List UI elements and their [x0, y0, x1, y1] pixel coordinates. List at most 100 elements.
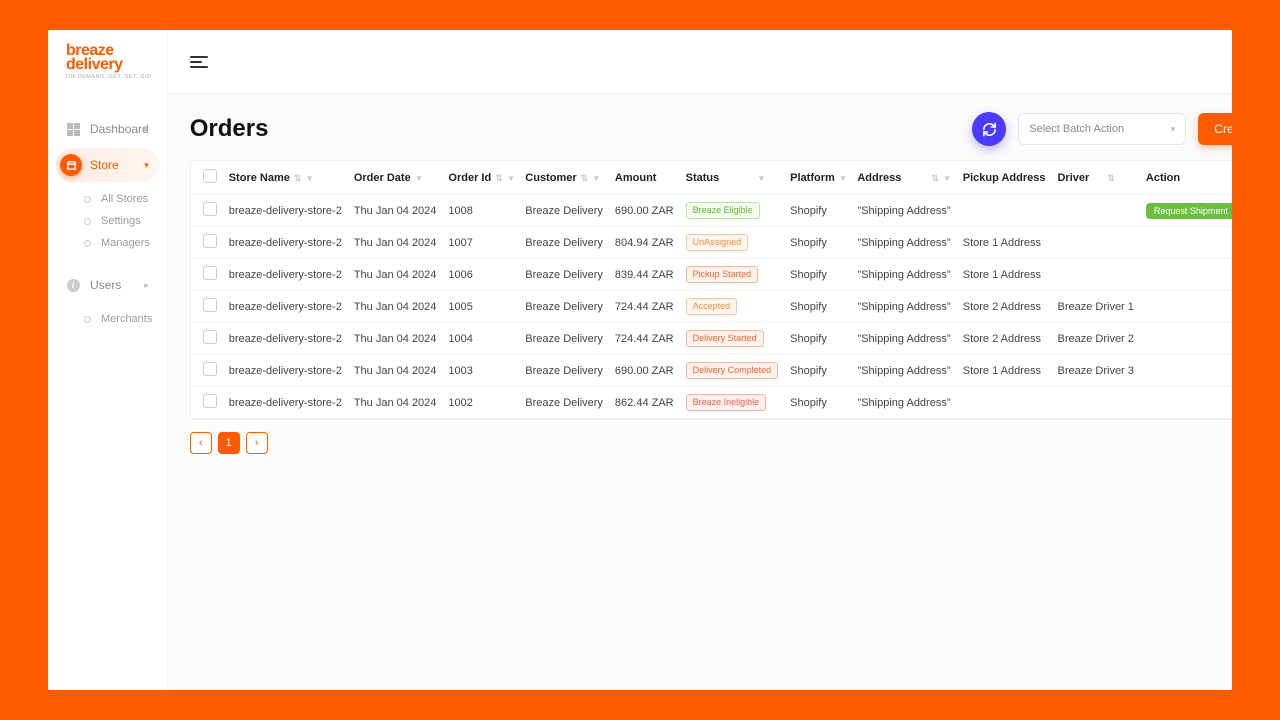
col-platform[interactable]: Platform▾: [784, 161, 851, 195]
cell-date: Thu Jan 04 2024: [348, 387, 443, 419]
cell-address: "Shipping Address": [851, 227, 956, 259]
brand-line2: delivery: [66, 58, 152, 72]
cell-action: [1140, 387, 1232, 419]
sort-icon: ⇅: [294, 173, 302, 183]
status-badge: Delivery Started: [686, 330, 764, 347]
table-header-row: Store Name⇅▾ Order Date▾ Order Id⇅▾ Cust…: [191, 161, 1232, 195]
cell-action: [1140, 355, 1232, 387]
cell-orderid: 1005: [442, 291, 519, 323]
page-1-button[interactable]: 1: [218, 432, 240, 454]
filter-icon: ▾: [841, 173, 846, 183]
nav-store-sub: All Stores Settings Managers: [56, 188, 159, 254]
cell-customer: Breaze Delivery: [519, 355, 609, 387]
cell-address: "Shipping Address": [851, 323, 956, 355]
col-driver[interactable]: Driver⇅: [1051, 161, 1139, 195]
table-row: breaze-delivery-store-2Thu Jan 04 202410…: [191, 323, 1232, 355]
cell-orderid: 1007: [442, 227, 519, 259]
chevron-right-icon: ▸: [144, 280, 149, 291]
row-checkbox[interactable]: [203, 298, 217, 312]
cell-address: "Shipping Address": [851, 387, 956, 419]
nav-dashboard-label: Dashboard: [90, 122, 149, 136]
col-address[interactable]: Address⇅▾: [851, 161, 956, 195]
chevron-right-icon: ▸: [144, 124, 149, 135]
cell-customer: Breaze Delivery: [519, 291, 609, 323]
filter-icon: ▾: [509, 173, 514, 183]
filter-icon: ▾: [759, 173, 764, 183]
cell-platform: Shopify: [784, 291, 851, 323]
cell-customer: Breaze Delivery: [519, 323, 609, 355]
main-area: bd Orders Select Batch Action ▾ Create O…: [168, 30, 1232, 690]
col-date[interactable]: Order Date▾: [348, 161, 443, 195]
cell-pickup: [957, 195, 1052, 227]
cell-pickup: Store 2 Address: [957, 323, 1052, 355]
row-checkbox[interactable]: [203, 362, 217, 376]
col-customer[interactable]: Customer⇅▾: [519, 161, 609, 195]
chevron-down-icon: ▾: [1171, 124, 1176, 135]
users-icon: i: [66, 278, 80, 292]
status-badge: UnAssigned: [686, 234, 749, 251]
cell-date: Thu Jan 04 2024: [348, 323, 443, 355]
create-order-button[interactable]: Create Order: [1198, 113, 1232, 145]
batch-action-select[interactable]: Select Batch Action ▾: [1018, 113, 1186, 145]
nav-store[interactable]: Store ▾: [56, 148, 159, 182]
cell-amount: 862.44 ZAR: [609, 387, 680, 419]
cell-driver: Breaze Driver 1: [1051, 291, 1139, 323]
cell-customer: Breaze Delivery: [519, 387, 609, 419]
col-amount[interactable]: Amount: [609, 161, 680, 195]
nav-all-stores[interactable]: All Stores: [84, 188, 159, 210]
nav-users[interactable]: i Users ▸: [56, 268, 159, 302]
table-row: breaze-delivery-store-2Thu Jan 04 202410…: [191, 291, 1232, 323]
nav-merchants[interactable]: Merchants: [84, 308, 159, 330]
cell-status: Pickup Started: [680, 259, 785, 291]
cell-date: Thu Jan 04 2024: [348, 195, 443, 227]
nav-users-label: Users: [90, 278, 121, 292]
cell-amount: 724.44 ZAR: [609, 323, 680, 355]
request-shipment-button[interactable]: Request Shipment: [1146, 203, 1232, 219]
nav-dashboard[interactable]: Dashboard ▸: [56, 112, 159, 146]
cell-driver: [1051, 195, 1139, 227]
row-checkbox[interactable]: [203, 202, 217, 216]
content: Orders Select Batch Action ▾ Create Orde…: [168, 94, 1232, 690]
cell-address: "Shipping Address": [851, 259, 956, 291]
cell-store: breaze-delivery-store-2: [223, 227, 348, 259]
col-orderid[interactable]: Order Id⇅▾: [442, 161, 519, 195]
store-icon: [60, 154, 82, 176]
app-window: breaze delivery ON-DEMAND. GET, SET, GO!…: [48, 30, 1232, 690]
select-all-checkbox[interactable]: [203, 169, 217, 183]
cell-orderid: 1006: [442, 259, 519, 291]
cell-pickup: Store 1 Address: [957, 259, 1052, 291]
filter-icon: ▾: [417, 173, 422, 183]
col-action: Action: [1140, 161, 1232, 195]
batch-placeholder: Select Batch Action: [1029, 123, 1124, 135]
cell-date: Thu Jan 04 2024: [348, 291, 443, 323]
nav-managers[interactable]: Managers: [84, 232, 159, 254]
refresh-button[interactable]: [972, 112, 1006, 146]
col-pickup[interactable]: Pickup Address: [957, 161, 1052, 195]
cell-platform: Shopify: [784, 259, 851, 291]
cell-status: Accepted: [680, 291, 785, 323]
sort-icon: ⇅: [581, 173, 589, 183]
cell-driver: Breaze Driver 2: [1051, 323, 1139, 355]
dashboard-icon: [66, 122, 80, 136]
cell-pickup: Store 2 Address: [957, 291, 1052, 323]
row-checkbox[interactable]: [203, 330, 217, 344]
col-store[interactable]: Store Name⇅▾: [223, 161, 348, 195]
nav-users-sub: Merchants: [56, 308, 159, 330]
cell-amount: 724.44 ZAR: [609, 291, 680, 323]
cell-status: Breaze Ineligible: [680, 387, 785, 419]
menu-toggle-icon[interactable]: [190, 56, 208, 68]
sort-icon: ⇅: [495, 173, 503, 183]
page-prev-button[interactable]: ‹: [190, 432, 212, 454]
row-checkbox[interactable]: [203, 234, 217, 248]
row-checkbox[interactable]: [203, 394, 217, 408]
row-checkbox[interactable]: [203, 266, 217, 280]
table-row: breaze-delivery-store-2Thu Jan 04 202410…: [191, 355, 1232, 387]
cell-amount: 690.00 ZAR: [609, 195, 680, 227]
nav-settings[interactable]: Settings: [84, 210, 159, 232]
cell-orderid: 1003: [442, 355, 519, 387]
filter-icon: ▾: [307, 173, 312, 183]
page-next-button[interactable]: ›: [246, 432, 268, 454]
table-row: breaze-delivery-store-2Thu Jan 04 202410…: [191, 259, 1232, 291]
chevron-down-icon: ▾: [144, 160, 149, 171]
col-status[interactable]: Status▾: [680, 161, 785, 195]
